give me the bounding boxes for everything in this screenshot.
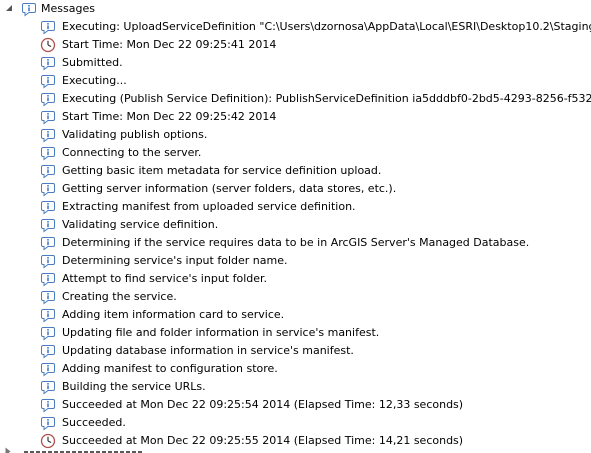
message-text: Attempt to find service's input folder. — [62, 272, 268, 285]
message-row[interactable]: Submitted. — [0, 54, 591, 72]
message-text: Creating the service. — [62, 290, 177, 303]
message-text: Updating database information in service… — [62, 344, 354, 357]
messages-root-node[interactable]: Messages — [0, 0, 95, 18]
message-text: Validating service definition. — [62, 218, 219, 231]
info-icon — [40, 19, 56, 35]
message-text: Start Time: Mon Dec 22 09:25:41 2014 — [62, 38, 277, 51]
info-icon — [40, 271, 56, 287]
info-icon — [40, 217, 56, 233]
message-row[interactable]: Succeeded at Mon Dec 22 09:25:54 2014 (E… — [0, 396, 591, 414]
message-row[interactable]: Updating database information in service… — [0, 342, 591, 360]
messages-root-label: Messages — [41, 2, 95, 15]
message-text: Validating publish options. — [62, 128, 208, 141]
info-icon — [40, 163, 56, 179]
expand-arrow-icon — [5, 447, 11, 453]
message-row[interactable]: Executing: UploadServiceDefinition "C:\U… — [0, 18, 591, 36]
info-icon — [40, 289, 56, 305]
message-row[interactable]: Connecting to the server. — [0, 144, 591, 162]
message-row[interactable]: Determining service's input folder name. — [0, 252, 591, 270]
message-list: Executing: UploadServiceDefinition "C:\U… — [0, 18, 591, 450]
info-icon — [40, 415, 56, 431]
message-text: Updating file and folder information in … — [62, 326, 380, 339]
info-icon — [40, 253, 56, 269]
info-icon — [40, 379, 56, 395]
message-row[interactable]: Succeeded. — [0, 414, 591, 432]
message-text: Executing: UploadServiceDefinition "C:\U… — [62, 20, 591, 33]
message-text: Determining service's input folder name. — [62, 254, 288, 267]
info-icon — [40, 127, 56, 143]
message-text: Executing (Publish Service Definition): … — [62, 92, 591, 105]
info-icon — [40, 307, 56, 323]
message-row[interactable]: Adding item information card to service. — [0, 306, 591, 324]
message-text: Submitted. — [62, 56, 123, 69]
message-text: Succeeded at Mon Dec 22 09:25:54 2014 (E… — [62, 398, 464, 411]
message-row[interactable]: Updating file and folder information in … — [0, 324, 591, 342]
info-icon — [40, 73, 56, 89]
message-text: Adding item information card to service. — [62, 308, 285, 321]
message-row[interactable]: Creating the service. — [0, 288, 591, 306]
message-text: Start Time: Mon Dec 22 09:25:42 2014 — [62, 110, 277, 123]
message-row[interactable]: Extracting manifest from uploaded servic… — [0, 198, 591, 216]
info-icon — [40, 91, 56, 107]
message-row[interactable]: Attempt to find service's input folder. — [0, 270, 591, 288]
info-icon — [40, 361, 56, 377]
info-icon — [40, 181, 56, 197]
info-icon — [40, 397, 56, 413]
clock-icon — [40, 37, 56, 53]
info-icon — [40, 145, 56, 161]
info-icon — [40, 325, 56, 341]
message-row[interactable]: Validating service definition. — [0, 216, 591, 234]
message-text: Getting server information (server folde… — [62, 182, 397, 195]
info-icon — [40, 235, 56, 251]
message-text: Succeeded. — [62, 416, 126, 429]
message-row[interactable]: Start Time: Mon Dec 22 09:25:41 2014 — [0, 36, 591, 54]
message-row[interactable]: Executing... — [0, 72, 591, 90]
message-text: Building the service URLs. — [62, 380, 206, 393]
message-row[interactable]: Determining if the service requires data… — [0, 234, 591, 252]
info-icon — [40, 109, 56, 125]
message-row[interactable]: Getting basic item metadata for service … — [0, 162, 591, 180]
info-icon — [40, 55, 56, 71]
message-text: Determining if the service requires data… — [62, 236, 530, 249]
message-text: Getting basic item metadata for service … — [62, 164, 382, 177]
message-row[interactable]: Start Time: Mon Dec 22 09:25:42 2014 — [0, 108, 591, 126]
message-text: Adding manifest to configuration store. — [62, 362, 278, 375]
message-row[interactable]: Getting server information (server folde… — [0, 180, 591, 198]
message-text: Connecting to the server. — [62, 146, 202, 159]
messages-tree: Messages Executing: UploadServiceDefinit… — [0, 0, 591, 453]
message-row[interactable]: Validating publish options. — [0, 126, 591, 144]
message-row[interactable]: Executing (Publish Service Definition): … — [0, 90, 591, 108]
info-icon — [40, 343, 56, 359]
next-tree-node-partial — [0, 447, 591, 453]
info-icon — [40, 199, 56, 215]
message-row[interactable]: Building the service URLs. — [0, 378, 591, 396]
message-text: Executing... — [62, 74, 127, 87]
info-icon — [21, 1, 37, 17]
message-text: Extracting manifest from uploaded servic… — [62, 200, 356, 213]
collapse-toggle-icon[interactable] — [5, 4, 15, 14]
message-row[interactable]: Adding manifest to configuration store. — [0, 360, 591, 378]
